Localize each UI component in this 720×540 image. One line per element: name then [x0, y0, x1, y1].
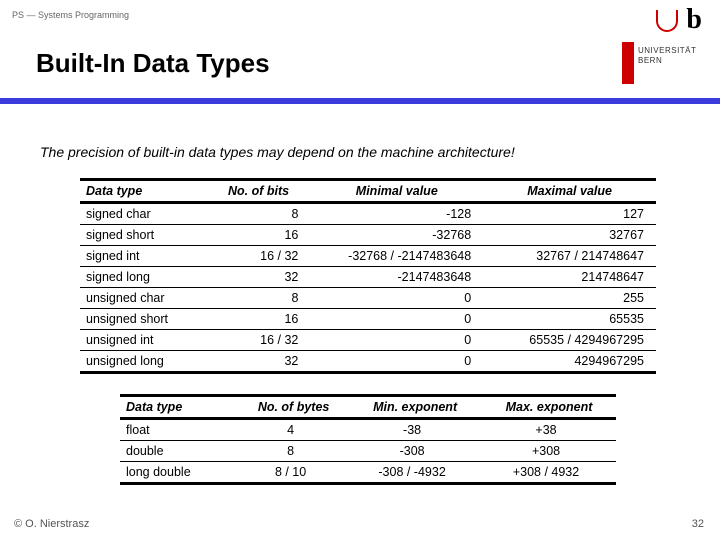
table-cell: 8 / 10 [239, 462, 348, 484]
table-cell: signed int [80, 246, 207, 267]
logo-letter-b: b [686, 4, 702, 36]
col-header: Max. exponent [482, 396, 616, 419]
float-types-table-wrap: Data type No. of bytes Min. exponent Max… [120, 394, 616, 485]
table-cell: 214748647 [483, 267, 656, 288]
footer-author: © O. Nierstrasz [14, 518, 89, 530]
table-cell: 127 [483, 203, 656, 225]
table-cell: 0 [310, 309, 483, 330]
slide: PS — Systems Programming Built-In Data T… [0, 0, 720, 540]
table-cell: +308 / 4932 [482, 462, 616, 484]
table-cell: long double [120, 462, 239, 484]
table-header-row: Data type No. of bytes Min. exponent Max… [120, 396, 616, 419]
table-row: signed short16-3276832767 [80, 225, 656, 246]
table-cell: 65535 / 4294967295 [483, 330, 656, 351]
university-logo: b UNIVERSITÄT BERN [622, 4, 710, 96]
table-cell: 4 [239, 419, 348, 441]
table-cell: +308 [482, 441, 616, 462]
logo-line2: BERN [638, 56, 662, 65]
table-cell: unsigned char [80, 288, 207, 309]
integer-types-table-wrap: Data type No. of bits Minimal value Maxi… [80, 178, 656, 374]
col-header: Minimal value [310, 180, 483, 203]
table-cell: -128 [310, 203, 483, 225]
float-types-table: Data type No. of bytes Min. exponent Max… [120, 394, 616, 485]
logo-text: UNIVERSITÄT BERN [638, 46, 696, 65]
table-cell: 8 [239, 441, 348, 462]
table-row: signed long32-2147483648214748647 [80, 267, 656, 288]
table-cell: -2147483648 [310, 267, 483, 288]
table-row: unsigned int16 / 32065535 / 4294967295 [80, 330, 656, 351]
table-cell: 16 / 32 [207, 246, 311, 267]
table-cell: float [120, 419, 239, 441]
intro-text: The precision of built-in data types may… [40, 144, 690, 160]
table-row: double8-308+308 [120, 441, 616, 462]
col-header: Maximal value [483, 180, 656, 203]
table-row: signed char8-128127 [80, 203, 656, 225]
table-row: unsigned short16065535 [80, 309, 656, 330]
col-header: No. of bytes [239, 396, 348, 419]
table-cell: signed long [80, 267, 207, 288]
table-cell: 0 [310, 288, 483, 309]
table-row: unsigned char80255 [80, 288, 656, 309]
col-header: Min. exponent [348, 396, 482, 419]
table-cell: unsigned short [80, 309, 207, 330]
table-cell: 16 [207, 225, 311, 246]
table-cell: 65535 [483, 309, 656, 330]
table-cell: -32768 / -2147483648 [310, 246, 483, 267]
table-cell: 0 [310, 351, 483, 373]
integer-types-table: Data type No. of bits Minimal value Maxi… [80, 178, 656, 374]
page-number: 32 [692, 518, 704, 530]
table-cell: +38 [482, 419, 616, 441]
table-row: long double8 / 10-308 / -4932+308 / 4932 [120, 462, 616, 484]
table-cell: 32767 / 214748647 [483, 246, 656, 267]
table-cell: -308 / -4932 [348, 462, 482, 484]
col-header: Data type [80, 180, 207, 203]
col-header: No. of bits [207, 180, 311, 203]
table-cell: 8 [207, 203, 311, 225]
table-cell: -38 [348, 419, 482, 441]
table-cell: unsigned int [80, 330, 207, 351]
table-cell: 4294967295 [483, 351, 656, 373]
table-row: unsigned long3204294967295 [80, 351, 656, 373]
col-header: Data type [120, 396, 239, 419]
table-cell: double [120, 441, 239, 462]
table-cell: 16 [207, 309, 311, 330]
page-title: Built-In Data Types [36, 48, 270, 79]
table-row: float4-38+38 [120, 419, 616, 441]
table-cell: unsigned long [80, 351, 207, 373]
table-cell: 32 [207, 267, 311, 288]
table-cell: 255 [483, 288, 656, 309]
table-cell: signed short [80, 225, 207, 246]
table-cell: 16 / 32 [207, 330, 311, 351]
table-body: float4-38+38double8-308+308long double8 … [120, 419, 616, 484]
course-label: PS — Systems Programming [12, 10, 129, 20]
table-body: signed char8-128127signed short16-327683… [80, 203, 656, 373]
logo-red-bar: UNIVERSITÄT BERN [622, 42, 710, 84]
table-cell: 0 [310, 330, 483, 351]
table-cell: 32 [207, 351, 311, 373]
table-cell: -308 [348, 441, 482, 462]
logo-u-shape [656, 10, 678, 32]
table-cell: 32767 [483, 225, 656, 246]
table-cell: -32768 [310, 225, 483, 246]
table-cell: signed char [80, 203, 207, 225]
table-header-row: Data type No. of bits Minimal value Maxi… [80, 180, 656, 203]
table-row: signed int16 / 32-32768 / -2147483648327… [80, 246, 656, 267]
logo-line1: UNIVERSITÄT [638, 46, 696, 55]
table-cell: 8 [207, 288, 311, 309]
header-divider [0, 98, 720, 104]
